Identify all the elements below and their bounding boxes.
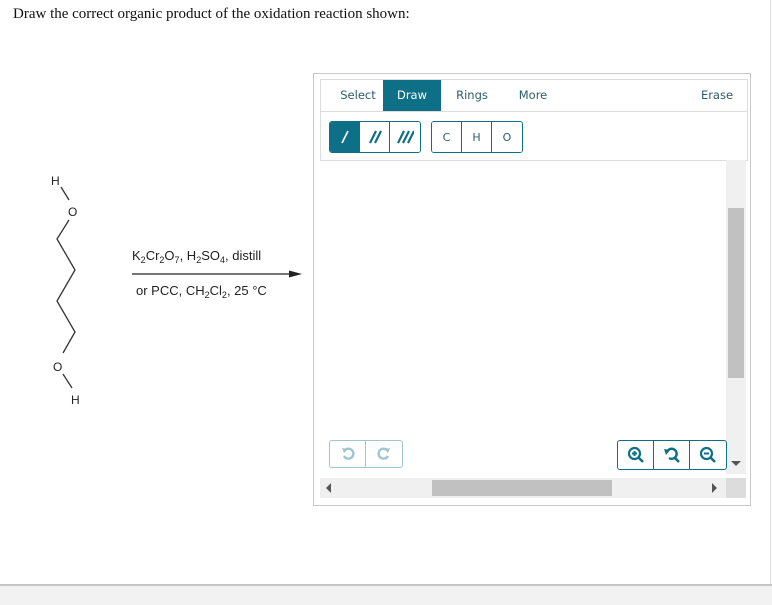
scroll-down-arrow[interactable] bbox=[731, 461, 741, 466]
drawing-canvas[interactable] bbox=[320, 161, 725, 474]
scrollbar-corner bbox=[726, 478, 746, 498]
reagent-text: O bbox=[164, 248, 175, 263]
atom-h-top: H bbox=[51, 174, 60, 188]
editor-tabs: Select Draw Rings More Erase bbox=[321, 80, 747, 112]
atom-h-button[interactable]: H bbox=[462, 122, 492, 152]
single-bond-button[interactable] bbox=[330, 122, 360, 152]
reagents-line-1: K2Cr2O7, H2SO4, distill bbox=[132, 248, 261, 265]
reagent-text: , distill bbox=[225, 248, 262, 263]
atom-o-bottom: O bbox=[53, 360, 62, 374]
reagent-text: , H bbox=[179, 248, 197, 263]
structure-editor: Select Draw Rings More Erase C H O bbox=[313, 73, 751, 506]
horizontal-scrollbar[interactable] bbox=[320, 478, 726, 498]
scroll-right-arrow[interactable] bbox=[712, 483, 717, 493]
history-controls bbox=[329, 440, 403, 468]
zoom-reset-button[interactable] bbox=[654, 441, 690, 469]
single-bond-icon bbox=[340, 130, 349, 144]
zoom-controls bbox=[617, 440, 727, 470]
triple-bond-icon bbox=[397, 130, 414, 144]
reaction-conditions: K2Cr2O7, H2SO4, distill or PCC, CH2Cl2, … bbox=[128, 246, 303, 302]
tab-more[interactable]: More bbox=[508, 80, 558, 111]
editor-toolbar: Select Draw Rings More Erase C H O bbox=[320, 79, 748, 161]
horizontal-scroll-thumb[interactable] bbox=[432, 480, 612, 496]
tab-rings[interactable]: Rings bbox=[447, 80, 497, 111]
zoom-reset-icon bbox=[663, 447, 680, 463]
bond-tools bbox=[329, 121, 421, 153]
bond-h-o-top bbox=[60, 186, 70, 201]
reactant-molecule: H O O H bbox=[51, 174, 80, 407]
carbon-chain bbox=[56, 219, 76, 354]
bond-o-h-bottom bbox=[62, 373, 73, 389]
scroll-left-arrow[interactable] bbox=[326, 483, 331, 493]
reagents-line-2: or PCC, CH2Cl2, 25 °C bbox=[136, 283, 267, 300]
zoom-out-button[interactable] bbox=[690, 441, 726, 469]
atom-o-button[interactable]: O bbox=[492, 122, 522, 152]
zoom-out-icon bbox=[699, 446, 716, 463]
footer-bar bbox=[0, 584, 772, 605]
reagent-text: SO bbox=[201, 248, 220, 263]
page-edge-divider bbox=[770, 0, 771, 585]
reagent-text: Cr bbox=[145, 248, 160, 263]
double-bond-button[interactable] bbox=[360, 122, 390, 152]
reagent-text: K bbox=[132, 248, 141, 263]
undo-button[interactable] bbox=[330, 441, 366, 467]
vertical-scrollbar[interactable] bbox=[726, 160, 746, 474]
tab-draw[interactable]: Draw bbox=[383, 80, 441, 111]
redo-button[interactable] bbox=[366, 441, 402, 467]
zoom-in-icon bbox=[627, 446, 644, 463]
redo-icon bbox=[377, 447, 390, 460]
tab-select[interactable]: Select bbox=[327, 80, 389, 111]
zoom-in-button[interactable] bbox=[618, 441, 654, 469]
atom-tools: C H O bbox=[431, 121, 523, 153]
atom-h-bottom: H bbox=[71, 393, 80, 407]
double-bond-icon bbox=[368, 130, 382, 144]
undo-icon bbox=[341, 447, 355, 460]
reagent-text: , 25 °C bbox=[226, 283, 267, 298]
vertical-scroll-thumb[interactable] bbox=[728, 208, 744, 378]
atom-o-top: O bbox=[68, 205, 77, 219]
reagent-text: or PCC, CH bbox=[136, 283, 205, 298]
erase-button[interactable]: Erase bbox=[693, 80, 741, 111]
triple-bond-button[interactable] bbox=[390, 122, 420, 152]
atom-c-button[interactable]: C bbox=[432, 122, 462, 152]
reaction-arrow bbox=[132, 270, 302, 278]
question-prompt: Draw the correct organic product of the … bbox=[13, 6, 410, 22]
reagent-text: Cl bbox=[209, 283, 222, 298]
